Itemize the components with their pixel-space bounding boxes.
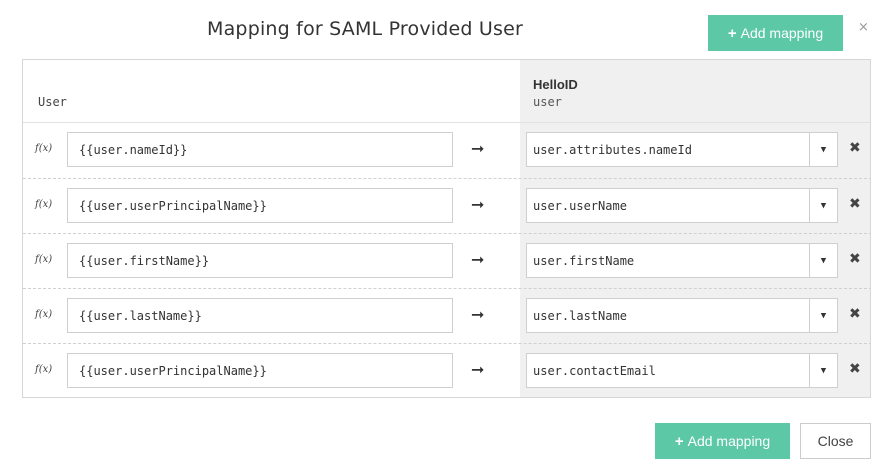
add-mapping-button-bottom[interactable]: + Add mapping [655,423,790,459]
mapping-row: f(x) {{user.nameId}} ➞ user.attributes.n… [23,123,870,178]
function-icon[interactable]: f(x) [35,143,52,154]
dialog-title: Mapping for SAML Provided User [207,18,523,40]
target-field-value: user.userName [533,198,627,213]
arrow-right-icon: ➞ [471,139,485,158]
remove-row-icon[interactable]: ✖ [849,140,861,156]
source-expression-input[interactable]: {{user.firstName}} [67,243,453,278]
arrow-right-icon: ➞ [471,195,485,214]
chevron-down-icon[interactable]: ▼ [809,189,837,222]
chevron-down-icon[interactable]: ▼ [809,244,837,277]
source-expression-input[interactable]: {{user.nameId}} [67,132,453,167]
source-expression-value: {{user.nameId}} [79,142,188,157]
chevron-down-icon[interactable]: ▼ [809,299,837,332]
function-icon[interactable]: f(x) [35,309,52,320]
remove-row-icon[interactable]: ✖ [849,196,861,212]
arrow-right-icon: ➞ [471,305,485,324]
arrow-right-icon: ➞ [471,250,485,269]
plus-icon: + [674,432,684,450]
source-expression-value: {{user.firstName}} [79,253,210,268]
add-mapping-label: Add mapping [740,25,824,41]
target-field-value: user.attributes.nameId [533,142,692,157]
function-icon[interactable]: f(x) [35,254,52,265]
source-expression-input[interactable]: {{user.userPrincipalName}} [67,188,453,223]
source-expression-value: {{user.lastName}} [79,308,202,323]
target-field-value: user.contactEmail [533,363,656,378]
mapping-row: f(x) {{user.userPrincipalName}} ➞ user.u… [23,178,870,233]
mapping-table: User HelloID user f(x) {{user.nameId}} ➞… [22,59,871,398]
source-expression-value: {{user.userPrincipalName}} [79,198,267,213]
source-expression-input[interactable]: {{user.userPrincipalName}} [67,353,453,388]
remove-row-icon[interactable]: ✖ [849,361,861,377]
add-mapping-button-top[interactable]: + Add mapping [708,15,843,51]
source-expression-value: {{user.userPrincipalName}} [79,363,267,378]
plus-icon: + [727,24,737,42]
chevron-down-icon[interactable]: ▼ [809,354,837,387]
target-field-select[interactable]: user.attributes.nameId ▼ [526,132,838,167]
function-icon[interactable]: f(x) [35,199,52,210]
mapping-row: f(x) {{user.userPrincipalName}} ➞ user.c… [23,343,870,397]
remove-row-icon[interactable]: ✖ [849,306,861,322]
target-field-value: user.lastName [533,308,627,323]
mapping-row: f(x) {{user.firstName}} ➞ user.firstName… [23,233,870,288]
target-field-select[interactable]: user.userName ▼ [526,188,838,223]
target-field-value: user.firstName [533,253,635,268]
target-column-subheader: user [533,95,562,109]
mapping-row: f(x) {{user.lastName}} ➞ user.lastName ▼ … [23,288,870,343]
close-icon[interactable]: × [858,20,869,35]
remove-row-icon[interactable]: ✖ [849,251,861,267]
close-button[interactable]: Close [800,423,871,459]
target-column-header: HelloID [533,77,578,92]
chevron-down-icon[interactable]: ▼ [809,133,837,166]
function-icon[interactable]: f(x) [35,364,52,375]
add-mapping-label: Add mapping [687,433,771,449]
arrow-right-icon: ➞ [471,360,485,379]
source-expression-input[interactable]: {{user.lastName}} [67,298,453,333]
target-field-select[interactable]: user.contactEmail ▼ [526,353,838,388]
target-field-select[interactable]: user.lastName ▼ [526,298,838,333]
source-column-header: User [38,95,67,109]
target-field-select[interactable]: user.firstName ▼ [526,243,838,278]
